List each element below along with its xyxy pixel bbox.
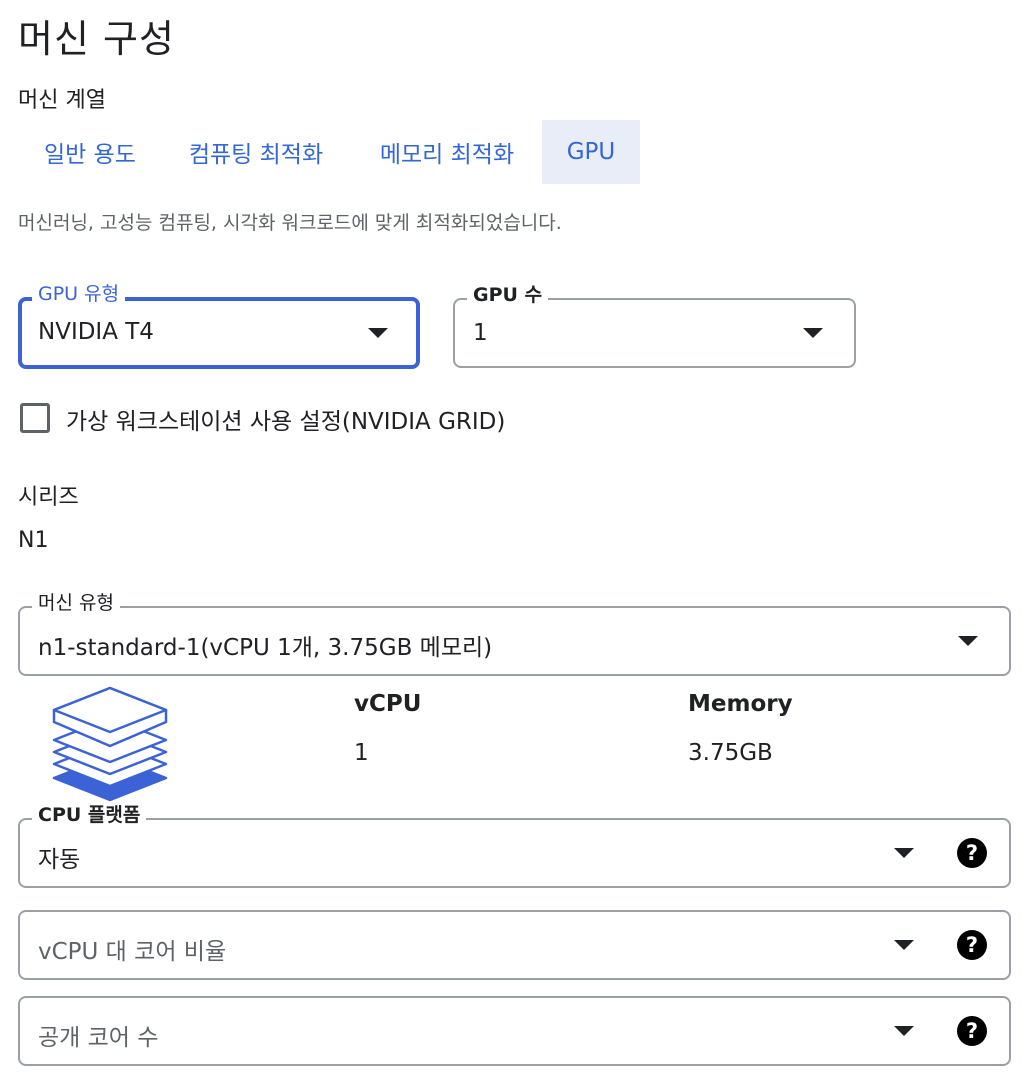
memory-value: 3.75GB	[688, 740, 773, 766]
tab-gpu[interactable]: GPU	[542, 120, 640, 184]
help-icon[interactable]: ?	[957, 838, 987, 868]
machine-type-label: 머신 유형	[32, 591, 120, 615]
page-title: 머신 구성	[18, 17, 175, 61]
cpu-platform-select[interactable]: CPU 플랫폼 자동 ?	[18, 803, 1011, 888]
tab-compute-optimized[interactable]: 컴퓨팅 최적화	[160, 120, 352, 184]
machine-type-value: n1-standard-1(vCPU 1개, 3.75GB 메모리)	[38, 635, 493, 661]
tab-general-purpose[interactable]: 일반 용도	[20, 120, 160, 184]
gpu-count-label: GPU 수	[467, 283, 549, 307]
stacked-layers-icon	[48, 684, 174, 802]
chevron-down-icon	[803, 328, 823, 338]
cpu-platform-label: CPU 플랫폼	[32, 803, 147, 827]
machine-family-tabs: 일반 용도 컴퓨팅 최적화 메모리 최적화 GPU	[20, 120, 640, 184]
gpu-count-select[interactable]: GPU 수 1	[453, 283, 856, 368]
help-icon[interactable]: ?	[957, 1016, 987, 1046]
chevron-down-icon	[368, 328, 388, 338]
chevron-down-icon	[894, 940, 914, 950]
memory-heading: Memory	[688, 691, 793, 717]
gpu-type-value: NVIDIA T4	[38, 319, 154, 345]
visible-core-count-select[interactable]: 공개 코어 수 ?	[18, 996, 1011, 1066]
gpu-type-select[interactable]: GPU 유형 NVIDIA T4	[18, 282, 420, 369]
series-label: 시리즈	[18, 485, 79, 510]
machine-family-label: 머신 계열	[18, 88, 106, 113]
gpu-count-value: 1	[473, 320, 488, 346]
chevron-down-icon	[894, 848, 914, 858]
machine-family-description: 머신러닝, 고성능 컴퓨팅, 시각화 워크로드에 맞게 최적화되었습니다.	[18, 212, 562, 234]
gpu-type-label: GPU 유형	[32, 282, 126, 306]
vcpu-core-ratio-placeholder: vCPU 대 코어 비율	[38, 939, 227, 965]
chevron-down-icon	[894, 1026, 914, 1036]
series-value: N1	[18, 528, 49, 553]
visible-core-count-placeholder: 공개 코어 수	[38, 1025, 159, 1051]
virtual-workstation-checkbox[interactable]	[20, 403, 50, 433]
virtual-workstation-label: 가상 워크스테이션 사용 설정(NVIDIA GRID)	[66, 409, 506, 435]
chevron-down-icon	[958, 636, 978, 646]
cpu-platform-value: 자동	[38, 847, 81, 873]
vcpu-core-ratio-select[interactable]: vCPU 대 코어 비율 ?	[18, 910, 1011, 980]
machine-type-select[interactable]: 머신 유형 n1-standard-1(vCPU 1개, 3.75GB 메모리)	[18, 591, 1011, 676]
help-icon[interactable]: ?	[957, 930, 987, 960]
vcpu-heading: vCPU	[354, 691, 422, 717]
tab-memory-optimized[interactable]: 메모리 최적화	[352, 120, 542, 184]
vcpu-value: 1	[354, 740, 369, 766]
